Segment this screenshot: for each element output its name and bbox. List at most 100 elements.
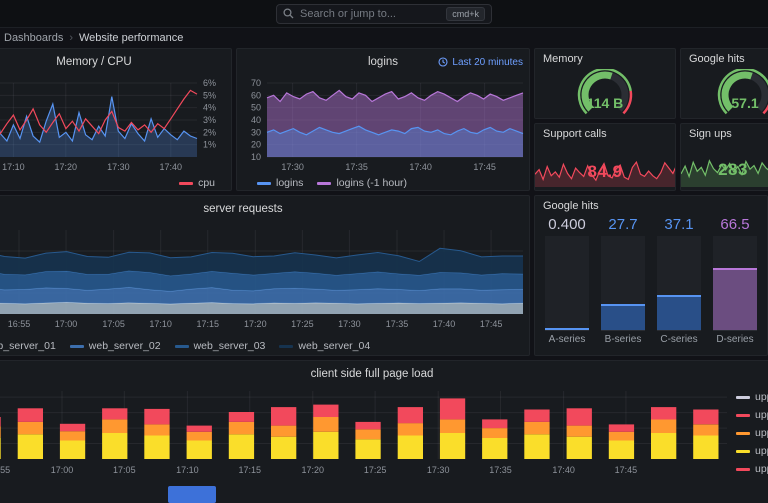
legend-swatch [174,344,189,348]
server-requests-chart[interactable]: 16:55 17:00 17:05 17:10 17:15 17:20 17:25 17:30… [0,222,530,338]
x-axis-label: 17:45 [615,465,638,475]
legend-item-web_server_02[interactable]: web_server_02 [69,340,161,352]
panel-server-requests: server requests 16:55 17:00 17:05 17:10 17:1… [0,195,530,356]
bar-segment-upper_50 [186,431,212,441]
bar-segment-upper_50 [482,428,508,438]
legend-item-upper_90[interactable]: upper_90 [736,445,768,457]
bar-segment-upper_50 [397,423,423,436]
panel-title-memory-cpu[interactable]: Memory / CPU [0,49,231,75]
panel-memory-gauge: Memory 114 B [534,48,676,119]
panel-title-text: client side full page load [310,368,434,380]
server-requests-legend: web_server_01 web_server_02 web_server_03 w… [0,338,529,354]
panel-title-server-requests[interactable]: server requests [0,196,529,222]
bar-gauge-label: A-series [548,334,586,345]
panel-google-hits-bars: Google hits 0.400 A-series 27.7 B-series 37.… [534,195,768,356]
top-nav-bar: cmd+k [0,0,768,28]
client-load-chart[interactable]: 16:55 17:00 17:05 17:10 17:15 17:20 17:25 17:30… [0,387,768,487]
panel-title-logins[interactable]: logins Last 20 minutes [237,49,529,75]
logins-chart[interactable]: 10 20 30 40 50 60 70 17:30 17:35 17:40 17:45 [237,75,530,175]
bar-segment-upper_25 [651,433,677,459]
sign-ups-value: 283 [718,160,748,179]
panel-title-google-hits[interactable]: Google hits [681,49,768,69]
panel-title-text: server requests [203,203,283,215]
bar-gauge-label: B-series [604,334,642,345]
bar-segment-upper_75 [144,408,170,425]
bar-gauge-column-D-series[interactable]: 66.5 D-series [713,216,757,347]
x-axis-label: 17:10 [149,319,172,329]
panel-client-load: client side full page load 16:55 17:00 17:… [0,360,768,503]
blue-badge[interactable] [168,486,216,503]
panel-google-hits-gauge: Google hits 57.1 [680,48,768,119]
bar-gauge-column-A-series[interactable]: 0.400 A-series [545,216,589,347]
bar-gauge-fill [657,295,701,330]
bar-gauge-track [657,236,701,331]
bar-segment-upper_75 [102,408,128,420]
panel-support-calls: Support calls 84.9 [534,123,676,191]
x-axis-label: 17:05 [102,319,125,329]
memory-cpu-chart[interactable]: 1%2%3%4%5%6%17:0017:1017:2017:3017:40 [0,75,232,175]
x-axis-label: 17:40 [409,162,432,172]
x-axis-label: 17:45 [473,162,496,172]
legend-item-cpu[interactable]: cpu [179,177,215,189]
legend-item-upper_75[interactable]: upper_75 [736,427,768,439]
legend-item-web_server_04[interactable]: web_server_04 [279,340,370,352]
bar-gauge-column-B-series[interactable]: 27.7 B-series [601,216,645,347]
legend-swatch [257,181,271,185]
y-axis-label: 30 [251,127,261,137]
bar-gauge-value: 0.400 [548,216,586,233]
x-axis-label: 17:25 [291,319,314,329]
x-axis-label: 17:30 [338,319,361,329]
legend-item-web_server_01[interactable]: web_server_01 [0,340,56,352]
time-range-link[interactable]: Last 20 minutes [438,49,523,75]
bar-gauge-value: 27.7 [608,216,638,233]
bar-gauge-track [601,236,645,331]
legend-swatch [736,431,750,435]
search-input[interactable] [300,7,441,20]
legend-item-upper_50[interactable]: upper_50 [736,409,768,421]
x-axis-label: 17:00 [55,319,78,329]
bar-segment-upper_50 [608,431,635,441]
panel-title-support-calls[interactable]: Support calls [535,124,675,144]
bar-segment-upper_25 [397,435,423,459]
y-axis-label: 10 [251,152,261,162]
breadcrumb-dashboards[interactable]: Dashboards [4,32,63,44]
legend-item-web_server_03[interactable]: web_server_03 [174,340,265,352]
panel-title-sign-ups[interactable]: Sign ups [681,124,768,144]
x-axis-label: 17:45 [480,319,503,329]
bar-segment-upper_50 [439,419,466,433]
bar-segment-upper_25 [566,436,592,459]
panel-title-client-load[interactable]: client side full page load [0,361,768,387]
panel-title-google-hits-bars[interactable]: Google hits [535,196,767,216]
search-icon [283,8,294,19]
y-axis-label: 50 [251,103,261,113]
bar-segment-upper_50 [271,425,297,437]
panel-title-text: Memory [543,53,583,65]
legend-item-logins (-1 hour)[interactable]: logins (-1 hour) [317,177,407,189]
legend-item-upper_25[interactable]: upper_25 [736,391,768,403]
breadcrumb-current[interactable]: Website performance [79,32,183,44]
bar-segment-upper_25 [439,433,466,459]
panel-title-text: Memory / CPU [56,56,132,68]
search-box[interactable]: cmd+k [276,3,492,24]
x-axis-label: 17:40 [433,319,456,329]
bar-segment-upper_25 [271,436,297,459]
bar-gauge-label: C-series [660,334,698,345]
x-axis-label: 17:20 [55,162,78,172]
legend-item-logins[interactable]: logins [257,177,303,189]
bar-segment-upper_75 [482,419,508,429]
y-axis-label: 6% [203,78,216,88]
panel-title-memory[interactable]: Memory [535,49,675,69]
x-axis-label: 17:05 [113,465,136,475]
bar-segment-upper_75 [0,417,1,427]
y-axis-label: 4% [203,103,216,113]
x-axis-label: 16:55 [8,319,31,329]
bar-gauge-column-C-series[interactable]: 37.1 C-series [657,216,701,347]
client-load-legend: upper_25 upper_50 upper_75 upper_90 upper_95 [736,391,768,475]
bar-segment-upper_25 [186,440,212,459]
bar-segment-upper_75 [439,398,466,420]
panel-title-text: Google hits [543,200,599,212]
bar-segment-upper_25 [102,433,128,459]
stack-area-web_server_01 [0,302,523,314]
legend-item-upper_95[interactable]: upper_95 [736,463,768,475]
shortcut-badge: cmd+k [446,6,485,21]
